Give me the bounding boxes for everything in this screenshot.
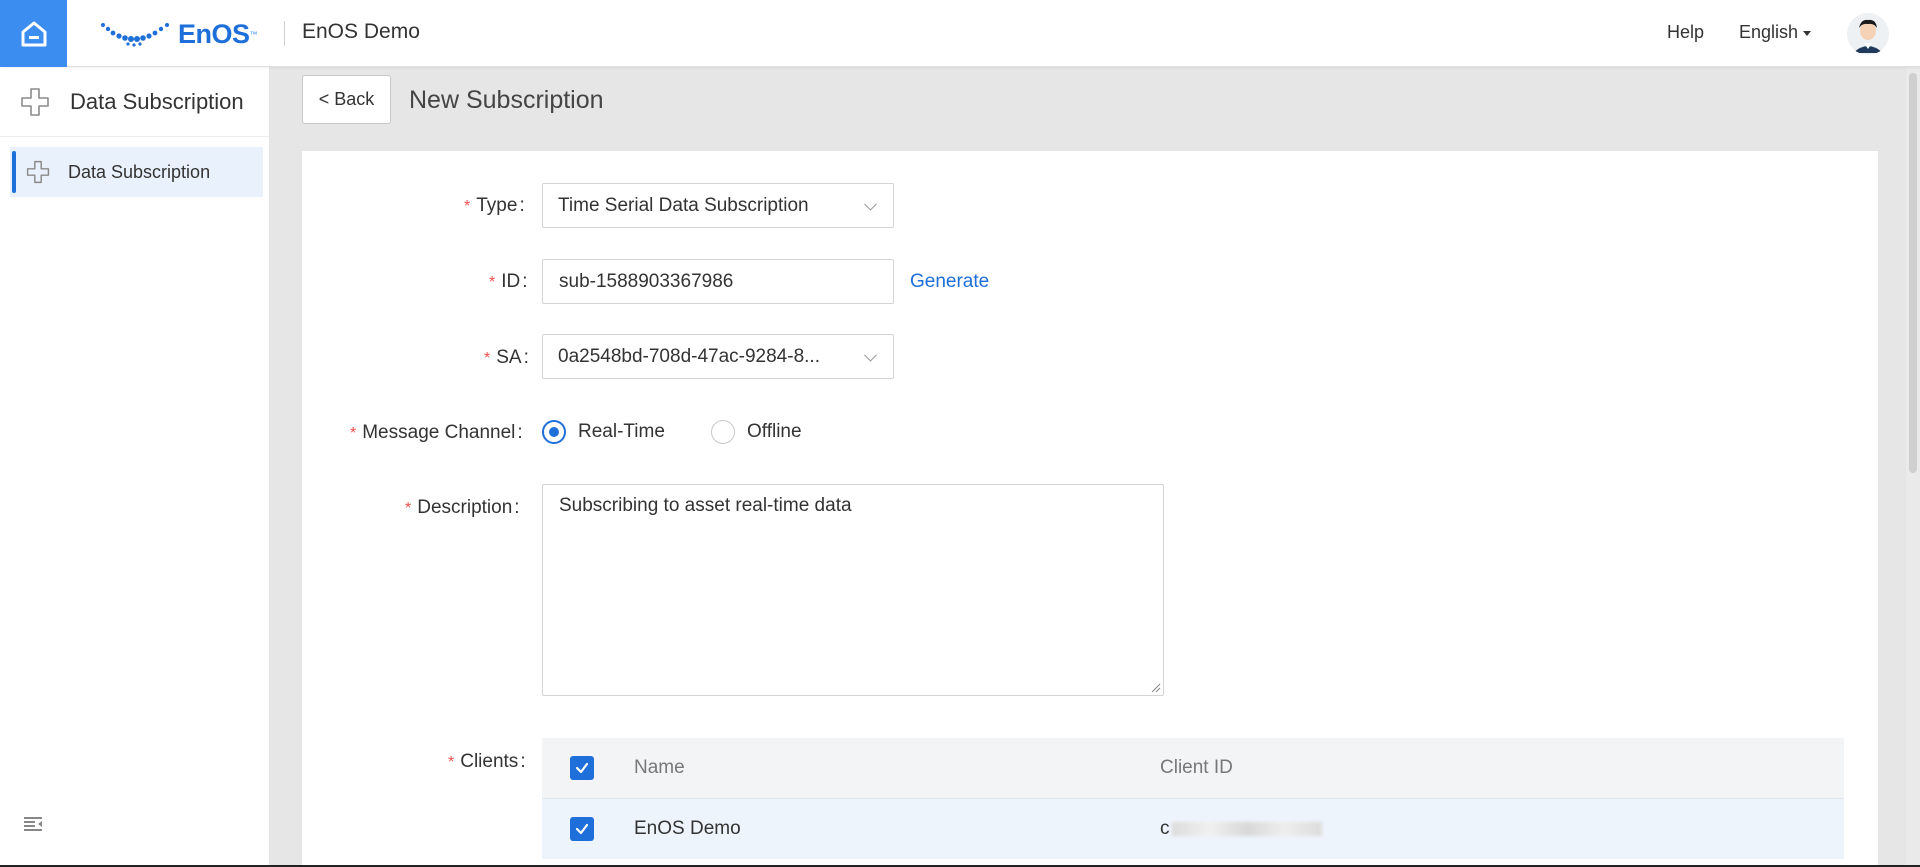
clients-label: * Clients: (448, 751, 526, 773)
app-title: EnOS Demo (302, 20, 420, 43)
resize-handle-icon[interactable] (1149, 681, 1161, 693)
radio-selected-icon (542, 420, 566, 444)
select-all-checkbox[interactable] (570, 756, 594, 780)
clients-label-text: Clients (460, 751, 519, 772)
required-mark: * (489, 274, 496, 291)
caret-down-icon (1803, 31, 1812, 36)
label-colon: : (519, 195, 525, 216)
sidebar: Data Subscription Data Subscription (0, 67, 270, 867)
label-colon: : (514, 497, 520, 518)
sidebar-item-data-subscription[interactable]: Data Subscription (10, 147, 263, 197)
required-mark: * (448, 754, 455, 771)
logo-wordmark: EnOS (178, 19, 250, 50)
row-checkbox[interactable] (570, 817, 594, 841)
id-label-text: ID (501, 271, 521, 292)
sidebar-header: Data Subscription (0, 67, 269, 137)
enos-logo[interactable]: EnOS ™ (100, 18, 258, 50)
radio-real-time[interactable]: Real-Time (542, 420, 665, 444)
description-textarea[interactable]: Subscribing to asset real-time data (542, 484, 1164, 696)
help-link[interactable]: Help (1667, 22, 1704, 43)
sa-label: * SA: (484, 347, 529, 369)
sa-select[interactable]: 0a2548bd-708d-47ac-9284-8... (542, 334, 894, 379)
collapse-sidebar-button[interactable] (24, 816, 44, 837)
page-scrollbar[interactable] (1906, 67, 1920, 867)
description-label: * Description: (405, 497, 520, 519)
id-label: * ID: (489, 271, 528, 293)
id-input-value: sub-1588903367986 (559, 270, 734, 292)
user-avatar-icon (1847, 13, 1889, 55)
scrollbar-thumb[interactable] (1909, 73, 1917, 473)
client-name-cell: EnOS Demo (634, 818, 741, 839)
table-header: Name Client ID (542, 738, 1844, 798)
client-id-visible: c (1160, 818, 1170, 839)
sa-label-text: SA (496, 347, 522, 368)
radio-offline-label: Offline (747, 421, 802, 442)
required-mark: * (464, 198, 471, 215)
checkmark-icon (575, 762, 589, 774)
subscription-cross-icon (26, 160, 50, 184)
message-channel-label: * Message Channel: (350, 422, 523, 444)
radio-offline[interactable]: Offline (711, 420, 802, 444)
required-mark: * (484, 350, 491, 367)
top-bar: EnOS ™ EnOS Demo Help English (0, 0, 1920, 67)
page-title: New Subscription (409, 86, 604, 114)
trademark-mark: ™ (249, 29, 258, 39)
checkmark-icon (575, 823, 589, 835)
sidebar-header-title: Data Subscription (70, 88, 244, 114)
required-mark: * (350, 425, 357, 442)
id-input[interactable]: sub-1588903367986 (542, 259, 894, 304)
language-dropdown[interactable]: English (1739, 22, 1812, 43)
column-header-name[interactable]: Name (634, 757, 685, 779)
description-label-text: Description (417, 497, 513, 518)
label-colon: : (522, 271, 528, 292)
back-button[interactable]: < Back (302, 75, 391, 124)
sa-select-value: 0a2548bd-708d-47ac-9284-8... (558, 345, 820, 367)
required-mark: * (405, 500, 412, 517)
avatar[interactable] (1847, 13, 1889, 55)
sidebar-item-label: Data Subscription (68, 161, 211, 182)
home-icon (21, 21, 46, 46)
chevron-down-icon (864, 197, 877, 211)
language-label: English (1739, 22, 1799, 42)
type-label-text: Type (476, 195, 518, 216)
redacted-text (1171, 821, 1322, 836)
type-select-value: Time Serial Data Subscription (558, 194, 809, 216)
table-row[interactable]: EnOS Demo c (542, 798, 1844, 859)
label-colon: : (520, 751, 526, 772)
home-button[interactable] (0, 0, 67, 67)
type-select[interactable]: Time Serial Data Subscription (542, 183, 894, 228)
column-header-client-id[interactable]: Client ID (1160, 757, 1233, 779)
generate-link[interactable]: Generate (910, 271, 989, 293)
chevron-down-icon (864, 348, 877, 362)
message-channel-label-text: Message Channel (362, 422, 516, 443)
client-id-cell: c (1160, 818, 1322, 840)
subscription-cross-icon (21, 87, 49, 116)
clients-table: Name Client ID EnOS Demo c (542, 738, 1844, 859)
label-colon: : (523, 347, 529, 368)
type-label: * Type: (464, 195, 525, 217)
header-divider (284, 21, 285, 46)
radio-unselected-icon (711, 420, 735, 444)
logo-text: EnOS (178, 18, 250, 49)
description-value: Subscribing to asset real-time data (559, 495, 852, 516)
radio-real-time-label: Real-Time (578, 421, 665, 442)
label-colon: : (517, 422, 523, 443)
collapse-menu-icon (24, 817, 42, 831)
logo-dots-icon (101, 23, 169, 47)
